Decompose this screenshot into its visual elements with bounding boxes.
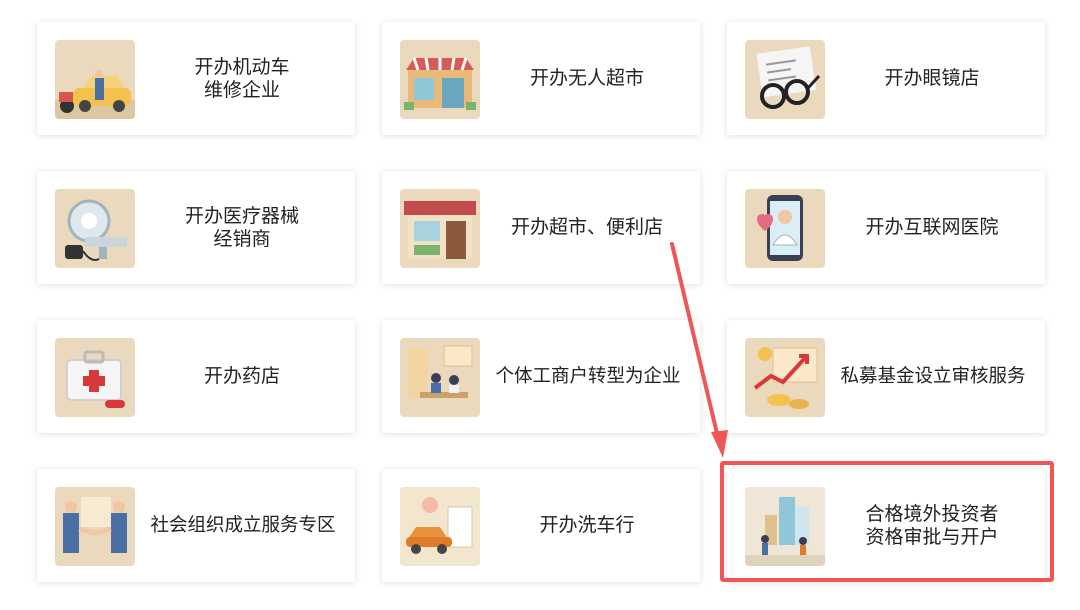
service-card-private-fund[interactable]: 私募基金设立审核服务 — [727, 320, 1045, 433]
service-label: 社会组织成立服务专区 — [150, 515, 336, 536]
fund-growth-icon — [745, 338, 825, 417]
car-wash-icon — [400, 487, 480, 566]
service-label: 开办眼镜店 — [884, 67, 980, 89]
service-card-social-organization[interactable]: 社会组织成立服务专区 — [37, 469, 355, 582]
office-transform-icon — [400, 338, 480, 417]
first-aid-kit-icon — [55, 338, 135, 417]
service-card-unmanned-store[interactable]: 开办无人超市 — [382, 22, 700, 135]
service-label: 开办无人超市 — [529, 67, 644, 89]
glasses-icon — [745, 40, 825, 119]
service-card-pharmacy[interactable]: 开办药店 — [37, 320, 355, 433]
service-card-car-repair[interactable]: 开办机动车 维修企业 — [37, 22, 355, 135]
service-label: 开办洗车行 — [539, 514, 635, 536]
service-card-medical-device[interactable]: 开办医疗器械 经销商 — [37, 171, 355, 284]
service-card-foreign-investor[interactable]: 合格境外投资者 资格审批与开户 — [727, 469, 1045, 582]
service-label: 合格境外投资者 资格审批与开户 — [865, 502, 999, 548]
service-card-online-hospital[interactable]: 开办互联网医院 — [727, 171, 1045, 284]
online-doctor-icon — [745, 189, 825, 268]
service-label: 个体工商户转型为企业 — [495, 366, 681, 387]
service-card-business-transform[interactable]: 个体工商户转型为企业 — [382, 320, 700, 433]
medical-device-icon — [55, 189, 135, 268]
foreign-investor-icon — [745, 487, 825, 566]
service-label: 开办机动车 维修企业 — [194, 55, 290, 101]
service-card-convenience-store[interactable]: 开办超市、便利店 — [382, 171, 700, 284]
handshake-icon — [55, 487, 135, 566]
service-card-glasses-store[interactable]: 开办眼镜店 — [727, 22, 1045, 135]
service-label: 开办药店 — [203, 365, 280, 387]
service-label: 开办医疗器械 经销商 — [184, 204, 299, 250]
convenience-store-icon — [400, 189, 480, 268]
service-label: 开办超市、便利店 — [510, 216, 663, 238]
car-repair-icon — [55, 40, 135, 119]
service-label: 开办互联网医院 — [865, 216, 999, 238]
service-label: 私募基金设立审核服务 — [840, 366, 1026, 387]
unmanned-store-icon — [400, 40, 480, 119]
service-card-car-wash[interactable]: 开办洗车行 — [382, 469, 700, 582]
